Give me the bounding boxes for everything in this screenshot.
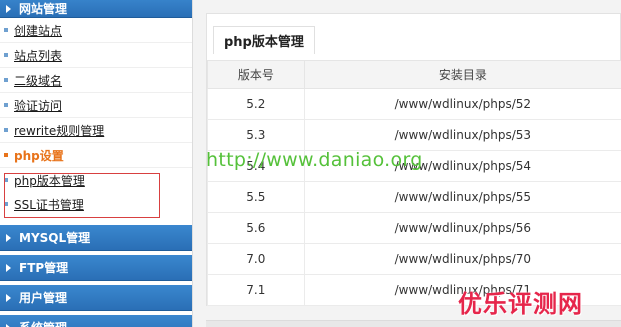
sidebar-item-label: rewrite规则管理 [14,123,105,138]
sidebar-item-create-site[interactable]: 创建站点 [0,18,192,43]
table-row: 5.6 /www/wdlinux/phps/56 [207,212,621,244]
arrow-right-icon [6,233,11,242]
bullet-icon [4,103,8,107]
sidebar-item-label: SSL证书管理 [14,197,84,212]
cell-install-dir: /www/wdlinux/phps/56 [303,212,621,244]
bullet-icon [4,128,8,132]
section-label: MYSQL管理 [19,231,91,245]
section-mysql[interactable]: MYSQL管理 [0,225,192,251]
sidebar-item-rewrite-rules[interactable]: rewrite规则管理 [0,118,192,143]
cell-install-dir: /www/wdlinux/phps/70 [303,243,621,275]
panel-bottom-edge [206,320,621,327]
section-label: FTP管理 [19,261,69,275]
sidebar-item-php-version[interactable]: php版本管理 [0,168,192,192]
cell-install-dir: /www/wdlinux/phps/55 [303,181,621,213]
section-users[interactable]: 用户管理 [0,285,192,311]
sidebar-item-label: 站点列表 [14,48,63,63]
arrow-right-icon [6,293,11,302]
bullet-icon [4,153,8,157]
cell-version: 5.3 [207,119,305,151]
column-header-version: 版本号 [207,60,305,89]
table-header-row: 版本号 安装目录 [207,60,621,89]
bullet-icon [4,202,8,206]
arrow-right-icon [6,263,11,272]
sidebar-item-label: php设置 [14,148,64,163]
sidebar: 网站管理 创建站点 站点列表 二级域名 验证访问 rewrite规则管理 php… [0,0,193,327]
section-ftp[interactable]: FTP管理 [0,255,192,281]
sidebar-item-label: 创建站点 [14,23,63,38]
bullet-icon [4,28,8,32]
cell-version: 5.5 [207,181,305,213]
table-row: 7.0 /www/wdlinux/phps/70 [207,243,621,275]
cell-install-dir: /www/wdlinux/phps/52 [303,88,621,120]
page-title: php版本管理 [213,26,315,54]
sidebar-item-php-settings[interactable]: php设置 [0,143,192,168]
sidebar-item-label: 验证访问 [14,98,63,113]
brand-watermark: 优乐评测网 [458,290,583,318]
cell-version: 7.1 [207,274,305,306]
url-watermark: http://www.daniao.org [206,149,423,171]
arrow-right-icon [6,4,11,13]
cell-version: 5.2 [207,88,305,120]
section-group: MYSQL管理 FTP管理 用户管理 系统管理 [0,225,192,327]
arrow-right-icon [6,323,11,327]
section-label: 网站管理 [19,2,68,16]
sidebar-item-site-list[interactable]: 站点列表 [0,43,192,68]
table-row: 5.5 /www/wdlinux/phps/55 [207,181,621,213]
cell-version: 5.6 [207,212,305,244]
table-row: 5.2 /www/wdlinux/phps/52 [207,88,621,120]
php-version-table: 版本号 安装目录 5.2 /www/wdlinux/phps/52 5.3 /w… [207,60,621,306]
sidebar-item-ssl-cert[interactable]: SSL证书管理 [0,192,192,216]
section-system[interactable]: 系统管理 [0,315,192,327]
bullet-icon [4,178,8,182]
sidebar-item-verify-access[interactable]: 验证访问 [0,93,192,118]
section-site-manage[interactable]: 网站管理 [0,0,192,18]
bullet-icon [4,78,8,82]
section-label: 系统管理 [19,319,67,327]
cell-install-dir: /www/wdlinux/phps/53 [303,119,621,151]
table-row: 5.3 /www/wdlinux/phps/53 [207,119,621,151]
sidebar-item-label: 二级域名 [14,73,63,88]
bullet-icon [4,53,8,57]
sidebar-item-subdomain[interactable]: 二级域名 [0,68,192,93]
sidebar-item-label: php版本管理 [14,173,85,188]
column-header-install-dir: 安装目录 [303,60,621,89]
cell-version: 7.0 [207,243,305,275]
section-label: 用户管理 [19,291,68,305]
